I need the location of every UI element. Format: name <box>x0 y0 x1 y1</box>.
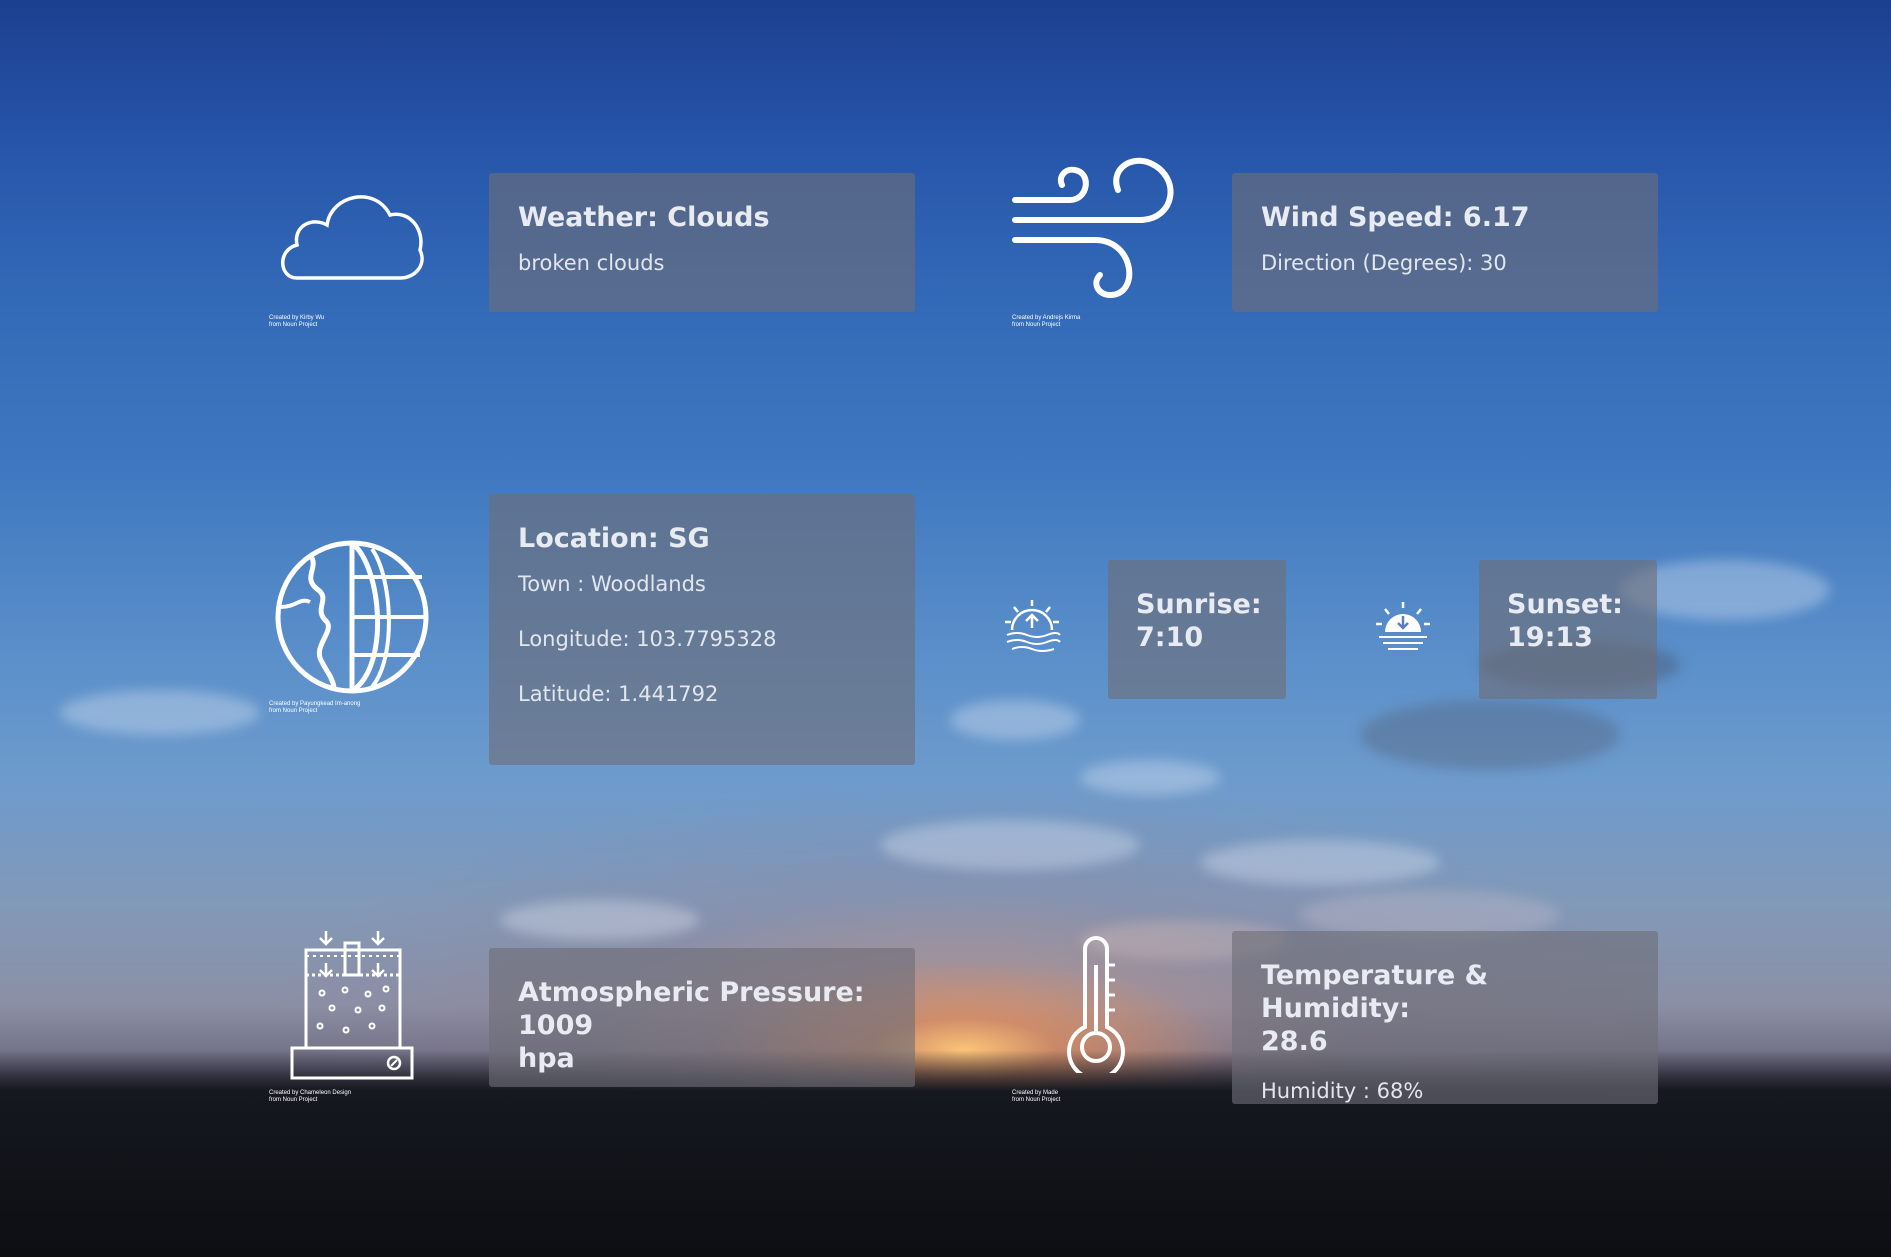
sunrise-label: Sunrise: <box>1136 589 1262 620</box>
cloud-icon <box>281 195 424 280</box>
wind-direction: Direction (Degrees): 30 <box>1261 251 1507 275</box>
sunset-time: 19:13 <box>1507 622 1593 653</box>
temperature-card: Temperature & Humidity: 28.6 Humidity : … <box>1232 931 1658 1104</box>
sunset-label: Sunset: <box>1507 589 1623 620</box>
sunset-icon <box>1376 602 1430 650</box>
sunrise-time: 7:10 <box>1136 622 1204 653</box>
pressure-title-line2: hpa <box>518 1043 575 1074</box>
pressure-icon <box>290 931 414 1080</box>
location-latitude: Latitude: 1.441792 <box>518 682 719 706</box>
temperature-title-line2: 28.6 <box>1261 1026 1328 1057</box>
location-card: Location: SG Town : Woodlands Longitude:… <box>489 494 915 765</box>
globe-icon-credit: Created by Payungkead Im-anong from Noun … <box>269 701 361 714</box>
location-town: Town : Woodlands <box>518 572 706 596</box>
cloud-icon-credit: Created by Kirby Wu from Noun Project <box>269 315 325 328</box>
weather-title: Weather: Clouds <box>518 202 770 233</box>
sunrise-card: Sunrise: 7:10 <box>1108 560 1286 699</box>
temperature-humidity: Humidity : 68% <box>1261 1079 1424 1103</box>
weather-description: broken clouds <box>518 251 665 275</box>
wind-title: Wind Speed: 6.17 <box>1261 202 1530 233</box>
wind-icon <box>1012 157 1174 299</box>
wind-icon-credit: Created by Andrejs Kirma from Noun Projec… <box>1012 315 1081 328</box>
weather-card: Weather: Clouds broken clouds <box>489 173 915 312</box>
sunrise-icon <box>1005 600 1061 652</box>
wind-card: Wind Speed: 6.17 Direction (Degrees): 30 <box>1232 173 1658 312</box>
sunset-card: Sunset: 19:13 <box>1479 560 1657 699</box>
location-title: Location: SG <box>518 523 710 554</box>
pressure-card: Atmospheric Pressure: 1009 hpa <box>489 948 915 1087</box>
globe-icon <box>275 540 429 694</box>
pressure-title-line1: Atmospheric Pressure: 1009 <box>518 977 865 1041</box>
temperature-title-line1: Temperature & Humidity: <box>1261 960 1489 1024</box>
thermometer-icon <box>1067 936 1125 1073</box>
thermometer-icon-credit: Created by Made from Noun Project <box>1012 1090 1061 1103</box>
location-longitude: Longitude: 103.7795328 <box>518 627 777 651</box>
pressure-icon-credit: Created by Chameleon Design from Noun Pro… <box>269 1090 352 1103</box>
